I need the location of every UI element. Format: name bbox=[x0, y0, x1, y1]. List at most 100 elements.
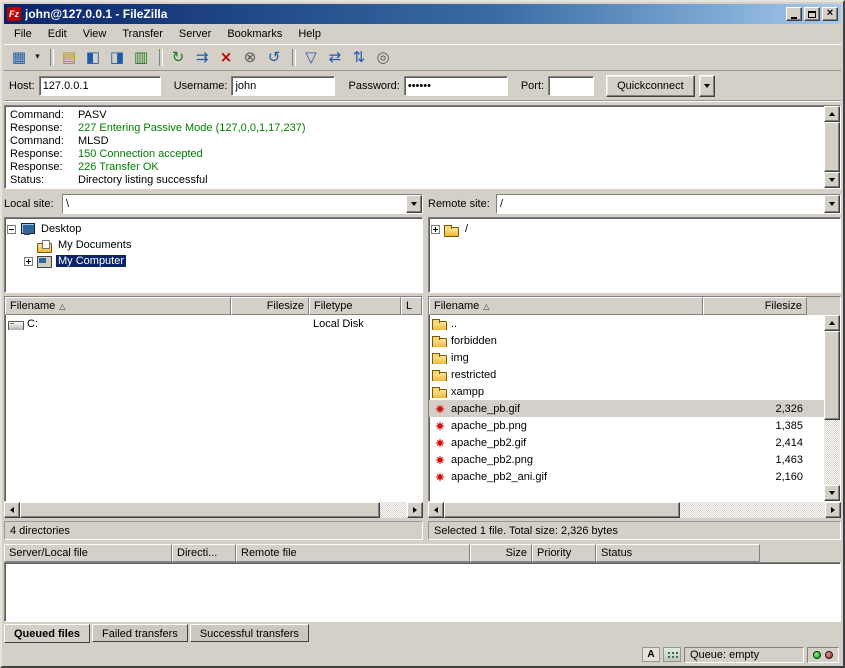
menu-item[interactable]: Help bbox=[290, 25, 329, 43]
cancel-icon[interactable]: × bbox=[214, 46, 238, 69]
tree-item-label: My Documents bbox=[56, 239, 133, 251]
scrollbar-thumb[interactable] bbox=[20, 502, 380, 518]
site-manager-icon[interactable]: ▦ bbox=[7, 46, 31, 69]
title-bar[interactable]: Fz john@127.0.0.1 - FileZilla × bbox=[4, 4, 841, 24]
tree-item-label: / bbox=[463, 223, 470, 235]
sync-browse-icon[interactable]: ⇅ bbox=[347, 46, 371, 69]
filter-icon[interactable]: ▽ bbox=[299, 46, 323, 69]
menu-item[interactable]: Transfer bbox=[114, 25, 171, 43]
menu-item[interactable]: View bbox=[75, 25, 115, 43]
menu-item[interactable]: Server bbox=[171, 25, 219, 43]
file-row[interactable]: apache_pb2.png 1,463 bbox=[429, 451, 824, 468]
column-header[interactable]: Priority bbox=[532, 544, 596, 562]
menu-item[interactable]: Edit bbox=[40, 25, 75, 43]
file-row[interactable]: img bbox=[429, 349, 824, 366]
toggle-log-icon[interactable]: ▤ bbox=[57, 46, 81, 69]
quickconnect-dropdown-button[interactable] bbox=[699, 75, 715, 97]
file-row[interactable]: forbidden bbox=[429, 332, 824, 349]
tree-item[interactable]: Desktop bbox=[7, 221, 420, 237]
column-header[interactable]: Directi... bbox=[172, 544, 236, 562]
scrollbar-thumb[interactable] bbox=[444, 502, 680, 518]
tree-expander[interactable] bbox=[24, 257, 33, 266]
keyboard-icon[interactable] bbox=[663, 647, 681, 662]
process-queue-icon[interactable]: ⇉ bbox=[190, 46, 214, 69]
scroll-up-button[interactable] bbox=[824, 106, 840, 122]
username-input[interactable] bbox=[231, 76, 335, 96]
tree-expander[interactable] bbox=[431, 225, 440, 234]
scrollbar-thumb[interactable] bbox=[824, 122, 840, 172]
tree-expander[interactable] bbox=[7, 225, 16, 234]
file-row[interactable]: .. bbox=[429, 315, 824, 332]
column-header[interactable]: L bbox=[401, 297, 422, 315]
remote-horizontal-scrollbar[interactable] bbox=[428, 502, 841, 518]
scroll-down-button[interactable] bbox=[824, 485, 840, 501]
minimize-button[interactable] bbox=[786, 7, 802, 21]
local-site-combo bbox=[62, 194, 423, 214]
scroll-right-button[interactable] bbox=[407, 502, 423, 518]
log-line: Response: 150 Connection accepted bbox=[10, 148, 822, 161]
close-button[interactable]: × bbox=[822, 7, 838, 21]
toggle-remote-tree-icon[interactable]: ◨ bbox=[105, 46, 129, 69]
menu-item[interactable]: File bbox=[6, 25, 40, 43]
toggle-queue-icon[interactable]: ▥ bbox=[129, 46, 153, 69]
queue-tab[interactable]: Failed transfers bbox=[92, 624, 188, 642]
log-line: Response: 226 Transfer OK bbox=[10, 161, 822, 174]
column-header[interactable]: Remote file bbox=[236, 544, 470, 562]
remote-tree: / bbox=[428, 217, 841, 293]
local-site-input[interactable] bbox=[63, 195, 406, 213]
local-horizontal-scrollbar[interactable] bbox=[4, 502, 423, 518]
file-icon bbox=[432, 334, 447, 347]
remote-vertical-scrollbar[interactable] bbox=[824, 315, 840, 501]
queue-tab[interactable]: Queued files bbox=[4, 624, 90, 643]
column-header[interactable]: Filename bbox=[5, 297, 231, 315]
remote-site-input[interactable] bbox=[497, 195, 824, 213]
quickconnect-button[interactable]: Quickconnect bbox=[606, 75, 695, 97]
activity-led-green-icon bbox=[813, 651, 821, 659]
scroll-down-button[interactable] bbox=[824, 172, 840, 188]
remote-site-dropdown-button[interactable] bbox=[824, 195, 840, 213]
column-header[interactable]: Filesize bbox=[703, 297, 807, 315]
scrollbar-thumb[interactable] bbox=[824, 331, 840, 420]
toggle-local-tree-icon[interactable]: ◧ bbox=[81, 46, 105, 69]
compare-icon[interactable]: ⇄ bbox=[323, 46, 347, 69]
transfer-type-icon[interactable]: A bbox=[642, 647, 660, 662]
scrollbar-track[interactable] bbox=[444, 502, 825, 518]
scrollbar-track[interactable] bbox=[824, 122, 840, 172]
local-site-dropdown-button[interactable] bbox=[406, 195, 422, 213]
password-input[interactable] bbox=[404, 76, 508, 96]
disconnect-icon[interactable]: ⊗ bbox=[238, 46, 262, 69]
tree-item[interactable]: My Documents bbox=[24, 237, 420, 253]
column-header[interactable]: Filetype bbox=[309, 297, 401, 315]
column-header[interactable]: Status bbox=[596, 544, 760, 562]
site-manager-dropdown-icon[interactable]: ▾ bbox=[31, 46, 44, 69]
file-row[interactable]: C: Local Disk bbox=[5, 315, 422, 332]
file-row[interactable]: apache_pb.gif 2,326 bbox=[429, 400, 824, 417]
maximize-button[interactable] bbox=[804, 7, 820, 21]
column-header[interactable]: Filesize bbox=[231, 297, 309, 315]
column-header[interactable]: Server/Local file bbox=[4, 544, 172, 562]
scroll-left-button[interactable] bbox=[4, 502, 20, 518]
scrollbar-track[interactable] bbox=[824, 331, 840, 485]
reconnect-icon[interactable]: ↺ bbox=[262, 46, 286, 69]
file-row[interactable]: apache_pb2_ani.gif 2,160 bbox=[429, 468, 824, 485]
tree-item[interactable]: My Computer bbox=[24, 253, 420, 269]
tree-item[interactable]: / bbox=[431, 221, 838, 237]
file-row[interactable]: apache_pb2.gif 2,414 bbox=[429, 434, 824, 451]
local-tree: Desktop My Documents My Computer bbox=[4, 217, 423, 293]
find-icon[interactable]: ◎ bbox=[371, 46, 395, 69]
scroll-up-button[interactable] bbox=[824, 315, 840, 331]
column-header[interactable]: Size bbox=[470, 544, 532, 562]
log-scrollbar[interactable] bbox=[824, 106, 840, 188]
column-header[interactable]: Filename bbox=[429, 297, 703, 315]
file-row[interactable]: apache_pb.png 1,385 bbox=[429, 417, 824, 434]
host-input[interactable] bbox=[39, 76, 161, 96]
queue-tab[interactable]: Successful transfers bbox=[190, 624, 309, 642]
file-row[interactable]: restricted bbox=[429, 366, 824, 383]
port-input[interactable] bbox=[548, 76, 594, 96]
scroll-right-button[interactable] bbox=[825, 502, 841, 518]
file-row[interactable]: xampp bbox=[429, 383, 824, 400]
scrollbar-track[interactable] bbox=[20, 502, 407, 518]
menu-item[interactable]: Bookmarks bbox=[219, 25, 290, 43]
scroll-left-button[interactable] bbox=[428, 502, 444, 518]
refresh-icon[interactable]: ↻ bbox=[166, 46, 190, 69]
